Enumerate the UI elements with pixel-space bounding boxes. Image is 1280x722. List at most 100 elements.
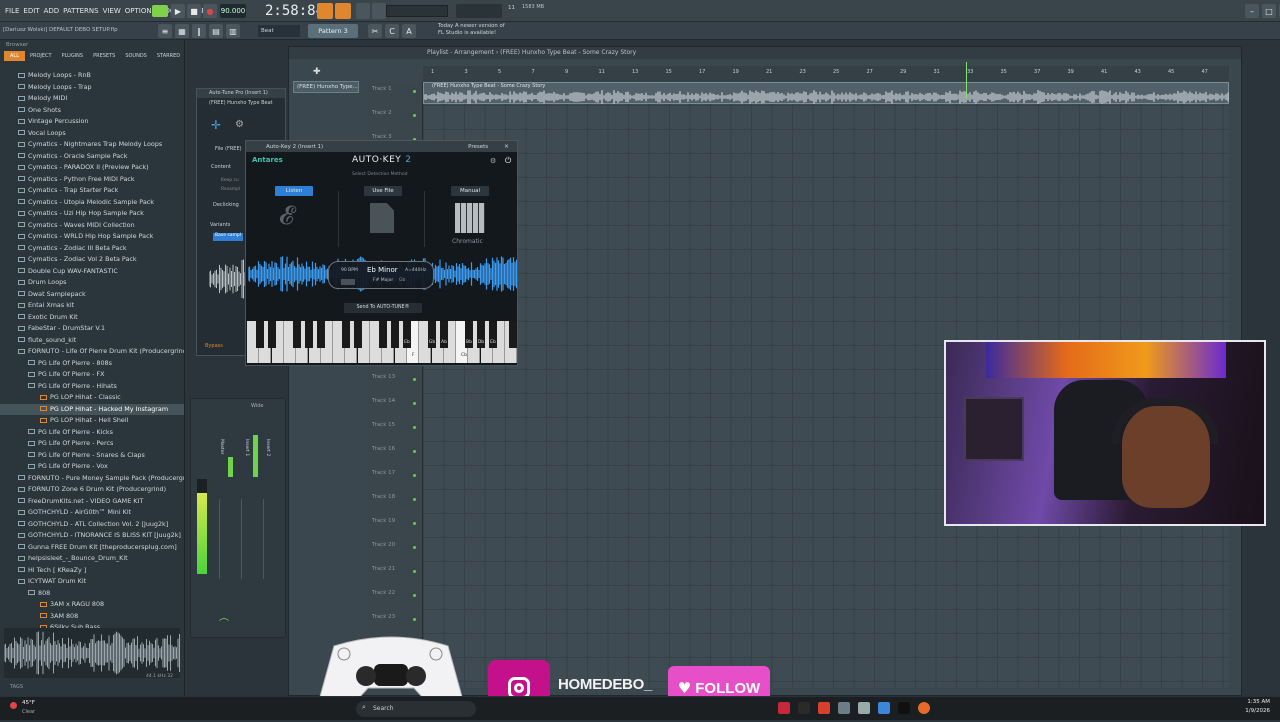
browser-item[interactable]: Vintage Percussion — [0, 116, 184, 128]
app-icon-5[interactable] — [858, 702, 870, 714]
pattern-selector[interactable]: Pattern 3 — [308, 24, 358, 38]
step-edit-icon[interactable]: ✂ — [368, 24, 382, 38]
app-icon-6[interactable] — [878, 702, 890, 714]
browser-item[interactable]: PG LOP Hihat - Hacked My Instagram — [0, 403, 184, 415]
browser-item[interactable]: PG Life Of Pierre - Vox — [0, 461, 184, 473]
browser-item[interactable]: Melody Loops - Trap — [0, 82, 184, 94]
browser-item[interactable]: Hi Tech [ KReaZy ] — [0, 565, 184, 577]
autotune-pitch-icon[interactable]: ✛ — [211, 118, 221, 132]
piano-roll-icon[interactable]: ▤ — [209, 24, 223, 38]
menu-edit[interactable]: EDIT — [21, 0, 41, 22]
black-key[interactable]: Eb — [489, 321, 497, 348]
browser-item[interactable]: FORNUTO - Life Of Pierre Drum Kit (Produ… — [0, 346, 184, 358]
black-key[interactable] — [391, 321, 399, 348]
browser-item[interactable]: 3AM 808 — [0, 611, 184, 623]
automation-icon[interactable]: A — [402, 24, 416, 38]
autotune-wrench-icon[interactable]: ⚙ — [235, 119, 244, 130]
browser-item[interactable]: 3AM x RAGU 808 — [0, 599, 184, 611]
track-mute-indicator[interactable] — [413, 90, 416, 93]
menu-add[interactable]: ADD — [42, 0, 62, 22]
browser-item[interactable]: Vocal Loops — [0, 128, 184, 140]
browser-item[interactable]: Cymatics - Zodiac III Beta Pack — [0, 243, 184, 255]
track-mute-indicator[interactable] — [413, 618, 416, 621]
track-mute-indicator[interactable] — [413, 546, 416, 549]
browser-item[interactable]: Dwat Samplepack — [0, 289, 184, 301]
browser-item[interactable]: GOTHCHYLD - ITNORANCE IS BLISS KIT [Juug… — [0, 530, 184, 542]
track-label[interactable]: Track 13 — [372, 374, 395, 380]
app-icon-1[interactable] — [778, 702, 790, 714]
black-key[interactable] — [305, 321, 313, 348]
track-mute-indicator[interactable] — [413, 594, 416, 597]
weather-icon[interactable] — [10, 702, 17, 709]
browser-item[interactable]: Drum Loops — [0, 277, 184, 289]
menu-file[interactable]: FILE — [3, 0, 21, 22]
black-key[interactable] — [268, 321, 276, 348]
track-mute-indicator[interactable] — [413, 378, 416, 381]
send-knob-icon[interactable]: ⌒ — [219, 615, 229, 630]
maximize-icon[interactable]: □ — [1262, 4, 1276, 18]
black-key[interactable]: Db — [477, 321, 485, 348]
playlist-add-icon[interactable]: ✚ — [313, 67, 321, 77]
browser-tab-plugins[interactable]: PLUGINS — [57, 51, 88, 61]
black-key[interactable] — [509, 321, 517, 348]
track-label[interactable]: Track 1 — [372, 86, 392, 92]
track-label[interactable]: Track 15 — [372, 422, 395, 428]
browser-item[interactable]: PG Life Of Pierre - Snares & Claps — [0, 450, 184, 462]
tempo-display[interactable]: 90.000 — [220, 4, 246, 18]
browser-item[interactable]: Cymatics - Uzi Hip Hop Sample Pack — [0, 208, 184, 220]
track-label[interactable]: Track 23 — [372, 614, 395, 620]
browser-item[interactable]: Melody Loops - RnB — [0, 70, 184, 82]
browser-tab-all[interactable]: ALL — [4, 51, 25, 61]
news-panel[interactable]: Today A newer version of FL Studio is av… — [438, 23, 520, 43]
browser-item[interactable]: FabeStar - DrumStar V.1 — [0, 323, 184, 335]
playhead[interactable] — [966, 62, 967, 98]
autotune-label-file[interactable]: File — [215, 146, 223, 152]
black-key[interactable]: Ab — [440, 321, 448, 348]
song-time[interactable]: 2:58:84 — [265, 2, 324, 20]
browser-item[interactable]: Entai Xmas kit — [0, 300, 184, 312]
autotune-label-keep[interactable]: Keep cu — [221, 178, 239, 183]
browser-item[interactable]: flute_sound_kit — [0, 335, 184, 347]
playlist-icon[interactable]: ▥ — [226, 24, 240, 38]
browser-item[interactable]: Cymatics - Waves MIDI Collection — [0, 220, 184, 232]
insert1-fader[interactable] — [241, 499, 251, 579]
browser-item[interactable]: PG Life Of Pierre - Kicks — [0, 427, 184, 439]
track-label[interactable]: Track 19 — [372, 518, 395, 524]
countdown-icon[interactable] — [335, 3, 351, 19]
browser-item[interactable]: helpsisleet_-_Bounce_Drum_Kit — [0, 553, 184, 565]
loop-record-icon[interactable] — [372, 3, 386, 19]
stop-icon[interactable]: ■ — [187, 4, 201, 18]
track-label[interactable]: Track 22 — [372, 590, 395, 596]
track-mute-indicator[interactable] — [413, 450, 416, 453]
pat-song-toggle[interactable] — [152, 5, 168, 17]
autotune-bypass[interactable]: Bypass — [205, 343, 223, 349]
minimize-icon[interactable]: – — [1245, 4, 1259, 18]
snap-select[interactable]: Beat — [258, 25, 300, 37]
audio-record-icon[interactable]: C — [385, 24, 399, 38]
browser-item[interactable]: Cymatics - Trap Starter Pack — [0, 185, 184, 197]
black-key[interactable]: Gb — [428, 321, 436, 348]
track-mute-indicator[interactable] — [413, 474, 416, 477]
track-label[interactable]: Track 16 — [372, 446, 395, 452]
browser-item[interactable]: Cymatics - WRLD Hip Hop Sample Pack — [0, 231, 184, 243]
browser-item[interactable]: PG Life Of Pierre - Percs — [0, 438, 184, 450]
browser-item[interactable]: Cymatics - Nightmares Trap Melody Loops — [0, 139, 184, 151]
browser-tab-project[interactable]: PROJECT — [25, 51, 57, 61]
mixer-icon[interactable]: ‖ — [192, 24, 206, 38]
browser-item[interactable]: PG LOP Hihat - Classic — [0, 392, 184, 404]
browser-item[interactable]: FreeDrumKits.net - VIDEO GAME KIT — [0, 496, 184, 508]
browser-item[interactable]: FORNUTO Zone 6 Drum Kit (Producergrind) — [0, 484, 184, 496]
channel-rack-icon[interactable]: ▦ — [175, 24, 189, 38]
browser-item[interactable]: Exotic Drum Kit — [0, 312, 184, 324]
track-label[interactable]: Track 18 — [372, 494, 395, 500]
blend-notes-icon[interactable] — [356, 3, 370, 19]
track-mute-indicator[interactable] — [413, 498, 416, 501]
browser-item[interactable]: 808 — [0, 588, 184, 600]
browser-item[interactable]: Cymatics - Python Free MIDI Pack — [0, 174, 184, 186]
black-key[interactable] — [293, 321, 301, 348]
browser-item[interactable]: Cymatics - Zodiac Vol 2 Beta Pack — [0, 254, 184, 266]
autotune-base-sample[interactable]: Base sampl — [213, 233, 243, 241]
browser-tab-starred[interactable]: STARRED — [152, 51, 185, 61]
track-label[interactable]: Track 17 — [372, 470, 395, 476]
app-icon-3[interactable] — [818, 702, 830, 714]
